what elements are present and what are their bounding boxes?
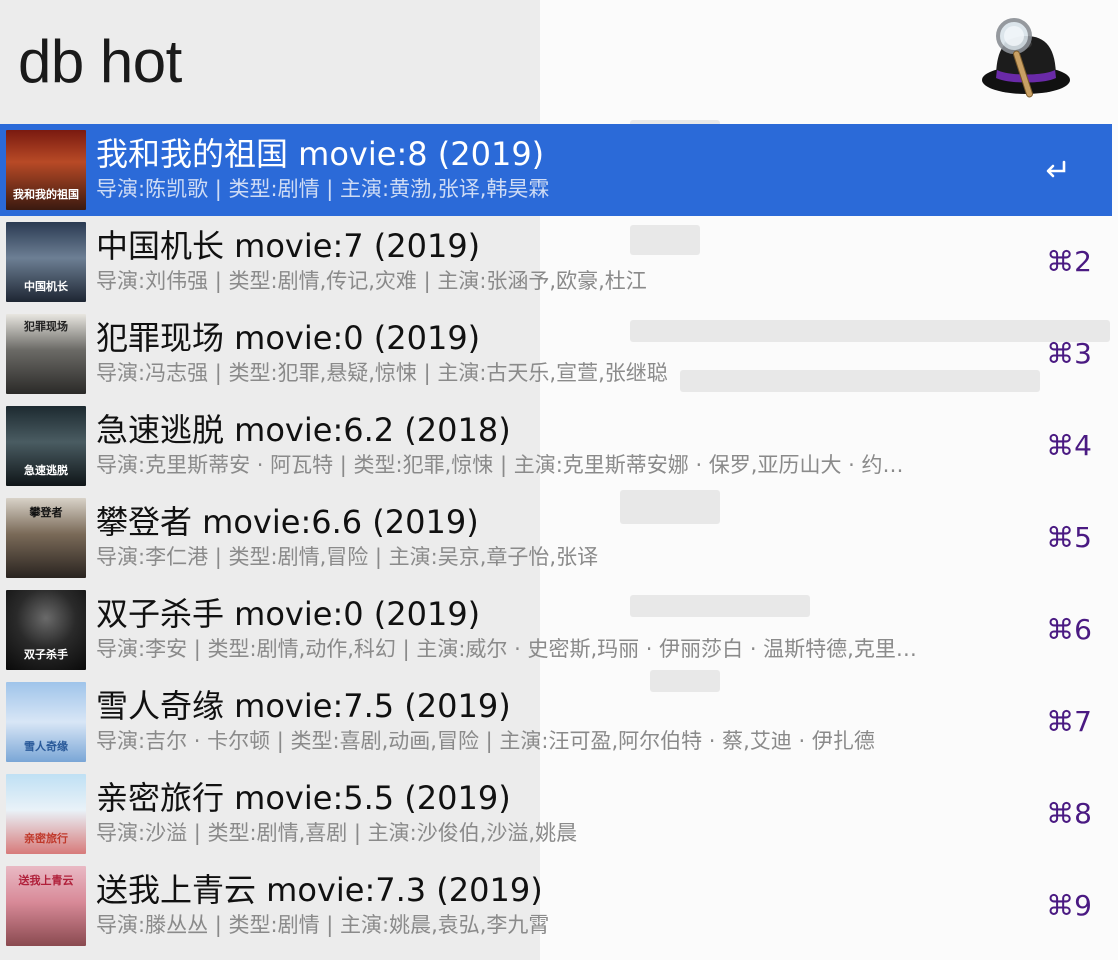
result-row[interactable]: 中国机长 中国机长 movie:7 (2019) 导演:刘伟强 | 类型:剧情,… <box>0 216 1112 308</box>
return-key-icon <box>1040 154 1072 186</box>
result-title: 雪人奇缘 movie:7.5 (2019) <box>96 687 511 725</box>
result-subtitle: 导演:吉尔 · 卡尔顿 | 类型:喜剧,动画,冒险 | 主演:汪可盈,阿尔伯特 … <box>96 729 875 753</box>
movie-poster: 急速逃脱 <box>6 406 86 486</box>
movie-poster: 雪人奇缘 <box>6 682 86 762</box>
alfred-hat-magnifier-icon <box>978 14 1074 110</box>
result-subtitle: 导演:陈凯歌 | 类型:剧情 | 主演:黄渤,张译,韩昊霖 <box>96 177 550 201</box>
shortcut-label: ⌘4 <box>1046 429 1092 462</box>
result-row[interactable]: 犯罪现场 犯罪现场 movie:0 (2019) 导演:冯志强 | 类型:犯罪,… <box>0 308 1112 400</box>
result-title: 急速逃脱 movie:6.2 (2018) <box>96 411 511 449</box>
scrollbar[interactable] <box>1112 124 1118 960</box>
result-row[interactable]: 送我上青云 送我上青云 movie:7.3 (2019) 导演:滕丛丛 | 类型… <box>0 860 1112 952</box>
result-subtitle: 导演:李安 | 类型:剧情,动作,科幻 | 主演:威尔 · 史密斯,玛丽 · 伊… <box>96 637 917 661</box>
shortcut-label: ⌘3 <box>1046 337 1092 370</box>
result-title: 中国机长 movie:7 (2019) <box>96 227 481 265</box>
result-subtitle: 导演:冯志强 | 类型:犯罪,悬疑,惊悚 | 主演:古天乐,宣萱,张继聪 <box>96 361 668 385</box>
result-row[interactable]: 亲密旅行 亲密旅行 movie:5.5 (2019) 导演:沙溢 | 类型:剧情… <box>0 768 1112 860</box>
movie-poster: 亲密旅行 <box>6 774 86 854</box>
shortcut-label: ⌘6 <box>1046 613 1092 646</box>
result-subtitle: 导演:李仁港 | 类型:剧情,冒险 | 主演:吴京,章子怡,张译 <box>96 545 599 569</box>
shortcut-label: ⌘9 <box>1046 889 1092 922</box>
movie-poster: 中国机长 <box>6 222 86 302</box>
movie-poster: 送我上青云 <box>6 866 86 946</box>
result-row[interactable]: 我和我的祖国 我和我的祖国 movie:8 (2019) 导演:陈凯歌 | 类型… <box>0 124 1112 216</box>
result-row[interactable]: 攀登者 攀登者 movie:6.6 (2019) 导演:李仁港 | 类型:剧情,… <box>0 492 1112 584</box>
search-input[interactable]: db hot <box>18 26 182 98</box>
movie-poster: 犯罪现场 <box>6 314 86 394</box>
result-subtitle: 导演:滕丛丛 | 类型:剧情 | 主演:姚晨,袁弘,李九霄 <box>96 913 550 937</box>
results-list: 我和我的祖国 我和我的祖国 movie:8 (2019) 导演:陈凯歌 | 类型… <box>0 124 1112 952</box>
search-bar: db hot <box>0 0 1118 124</box>
movie-poster: 攀登者 <box>6 498 86 578</box>
alfred-panel: db hot 我和我的祖国 我和我的祖国 movie:8 (2019) 导演:陈… <box>0 0 1118 960</box>
result-row[interactable]: 雪人奇缘 雪人奇缘 movie:7.5 (2019) 导演:吉尔 · 卡尔顿 |… <box>0 676 1112 768</box>
result-title: 送我上青云 movie:7.3 (2019) <box>96 871 543 909</box>
shortcut-label: ⌘2 <box>1046 245 1092 278</box>
result-row[interactable]: 双子杀手 双子杀手 movie:0 (2019) 导演:李安 | 类型:剧情,动… <box>0 584 1112 676</box>
result-subtitle: 导演:沙溢 | 类型:剧情,喜剧 | 主演:沙俊伯,沙溢,姚晨 <box>96 821 578 845</box>
result-subtitle: 导演:刘伟强 | 类型:剧情,传记,灾难 | 主演:张涵予,欧豪,杜江 <box>96 269 647 293</box>
shortcut-label: ⌘5 <box>1046 521 1092 554</box>
result-title: 犯罪现场 movie:0 (2019) <box>96 319 481 357</box>
shortcut-label: ⌘8 <box>1046 797 1092 830</box>
shortcut-label: ⌘7 <box>1046 705 1092 738</box>
result-row[interactable]: 急速逃脱 急速逃脱 movie:6.2 (2018) 导演:克里斯蒂安 · 阿瓦… <box>0 400 1112 492</box>
result-title: 亲密旅行 movie:5.5 (2019) <box>96 779 511 817</box>
movie-poster: 我和我的祖国 <box>6 130 86 210</box>
result-title: 攀登者 movie:6.6 (2019) <box>96 503 479 541</box>
result-title: 双子杀手 movie:0 (2019) <box>96 595 481 633</box>
result-subtitle: 导演:克里斯蒂安 · 阿瓦特 | 类型:犯罪,惊悚 | 主演:克里斯蒂安娜 · … <box>96 453 904 477</box>
movie-poster: 双子杀手 <box>6 590 86 670</box>
result-title: 我和我的祖国 movie:8 (2019) <box>96 135 545 173</box>
